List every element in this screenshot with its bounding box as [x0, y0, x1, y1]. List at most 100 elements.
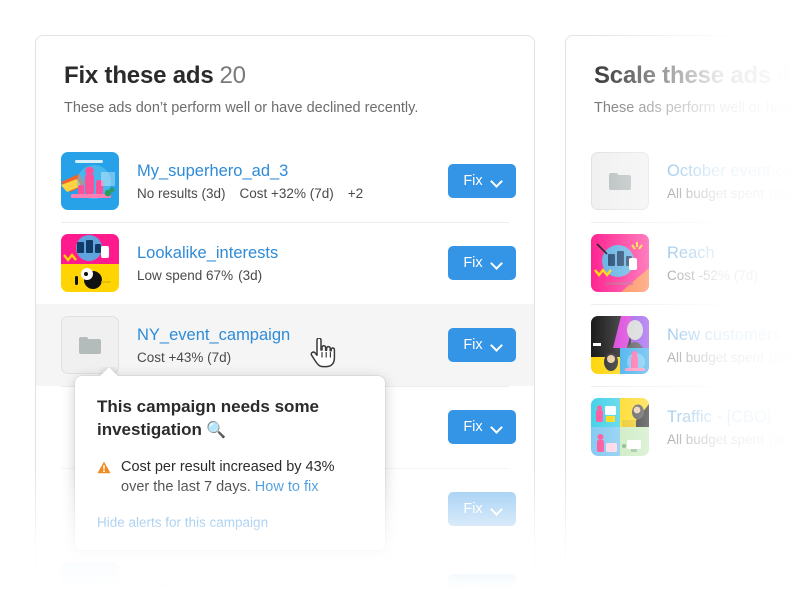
scale-card-row-list: October event campaign All budget spent (… — [566, 140, 800, 468]
tooltip-arrow — [99, 367, 119, 377]
fix-button-label: Fix — [463, 337, 482, 353]
scale-these-ads-card: Scale these ads4 These ads perform well … — [565, 35, 800, 589]
ad-name-link[interactable]: Traffic - [CBO] - All — [667, 407, 800, 428]
fix-button[interactable]: Fix — [448, 410, 516, 444]
screen: Fix these ads20 These ads don’t perform … — [0, 0, 800, 589]
metric-1: No results (3d) — [137, 186, 226, 201]
row-divider — [591, 222, 800, 223]
row-body: Lookalike_interests Low spend 67% (3d) — [137, 243, 448, 284]
fix-button[interactable]: Fix — [448, 164, 516, 198]
reach-thumbnail-art — [591, 234, 649, 292]
metric-2: (3d) — [769, 350, 793, 365]
how-to-fix-link[interactable]: How to fix — [255, 479, 319, 495]
some-new-ad-thumbnail-art — [61, 562, 119, 589]
lookalike-thumbnail-art — [61, 234, 119, 292]
lookalike-thumbnail — [61, 234, 119, 292]
table-row[interactable]: Some_new_ad Fix — [36, 550, 534, 589]
fix-button[interactable]: Fix — [448, 492, 516, 526]
magnifier-icon: 🔍 — [202, 422, 226, 439]
fix-button-label: Fix — [463, 583, 482, 589]
row-metrics: Cost -52% (7d) — [667, 268, 800, 283]
table-row[interactable]: My_superhero_ad_3 No results (3d) Cost +3… — [36, 140, 534, 222]
metric-1: Low spend 67% — [137, 268, 233, 283]
row-divider — [591, 304, 800, 305]
row-body: October event campaign All budget spent (… — [667, 161, 800, 202]
fix-card-title: Fix these ads20 — [64, 62, 506, 90]
row-metrics: No results (3d) Cost +32% (7d) +2 — [137, 186, 448, 201]
row-body: Some_new_ad — [137, 578, 448, 589]
ad-name-link[interactable]: Some_new_ad — [137, 578, 448, 589]
row-body: New customers All budget spent(3d) — [667, 325, 800, 366]
tooltip-alert: Cost per result increased by 43% over th… — [97, 457, 363, 498]
folder-icon — [609, 173, 631, 190]
fix-button-label: Fix — [463, 419, 482, 435]
fix-button-label: Fix — [463, 501, 482, 517]
reach-thumbnail — [591, 234, 649, 292]
metric-2: (3d) — [238, 268, 262, 283]
row-metrics: All budget spent (3d) — [667, 186, 800, 201]
superhero-thumbnail-art — [61, 152, 119, 210]
row-body: NY_event_campaign Cost +43% (7d) — [137, 325, 448, 366]
metric-1: All budget spent — [667, 186, 764, 201]
metric-2: (3d) — [769, 432, 793, 447]
tooltip-title: This campaign needs some investigation 🔍 — [97, 396, 363, 442]
fix-card-header: Fix these ads20 These ads don’t perform … — [36, 36, 534, 118]
hide-alerts-link[interactable]: Hide alerts for this campaign — [97, 515, 268, 530]
metric-more: +2 — [348, 186, 363, 201]
table-row[interactable]: New customers All budget spent(3d) — [566, 304, 800, 386]
superhero-thumbnail — [61, 152, 119, 210]
scale-card-count: 4 — [777, 62, 790, 89]
ad-name-link[interactable]: Lookalike_interests — [137, 243, 448, 264]
fix-button-label: Fix — [463, 173, 482, 189]
table-row[interactable]: Lookalike_interests Low spend 67% (3d) Fi… — [36, 222, 534, 304]
row-divider — [591, 386, 800, 387]
ad-name-link[interactable]: Reach — [667, 243, 800, 264]
table-row[interactable]: Reach Cost -52% (7d) — [566, 222, 800, 304]
row-divider — [61, 222, 509, 223]
metric-1: All budget spent — [667, 432, 764, 447]
fix-card-count: 20 — [219, 62, 245, 89]
chevron-down-icon — [492, 177, 501, 186]
fix-button[interactable]: Fix — [448, 246, 516, 280]
tooltip-alert-text: Cost per result increased by 43% over th… — [121, 457, 363, 498]
fix-button-label: Fix — [463, 255, 482, 271]
new-customers-thumbnail — [591, 316, 649, 374]
folder-placeholder-thumbnail — [591, 152, 649, 210]
chevron-down-icon — [492, 505, 501, 514]
table-row[interactable]: Traffic - [CBO] - All All budget spent (3… — [566, 386, 800, 468]
new-customers-thumbnail-art — [591, 316, 649, 374]
table-row[interactable]: October event campaign All budget spent (… — [566, 140, 800, 222]
row-body: Reach Cost -52% (7d) — [667, 243, 800, 284]
scale-card-title-text: Scale these ads — [594, 62, 771, 89]
ad-name-link[interactable]: My_superhero_ad_3 — [137, 161, 448, 182]
fix-button[interactable]: Fix — [448, 574, 516, 589]
ad-name-link[interactable]: NY_event_campaign — [137, 325, 448, 346]
scale-card-title: Scale these ads4 — [594, 62, 800, 90]
some-new-ad-thumbnail — [61, 562, 119, 589]
pointing-hand-cursor — [310, 338, 336, 368]
ad-name-link[interactable]: New customers — [667, 325, 800, 346]
scale-card-subtitle: These ads perform well or have improved … — [594, 99, 800, 119]
metric-1: Cost +43% (7d) — [137, 350, 231, 365]
warning-triangle-icon — [97, 461, 111, 474]
scale-card-header: Scale these ads4 These ads perform well … — [566, 36, 800, 118]
metric-1: Cost -52% (7d) — [667, 268, 758, 283]
metric-2: Cost +32% (7d) — [240, 186, 334, 201]
row-divider — [61, 550, 509, 551]
row-body: My_superhero_ad_3 No results (3d) Cost +3… — [137, 161, 448, 202]
ad-name-link[interactable]: October event campaign — [667, 161, 800, 182]
traffic-thumbnail-art — [591, 398, 649, 456]
row-body: Traffic - [CBO] - All All budget spent (3… — [667, 407, 800, 448]
fix-card-subtitle: These ads don’t perform well or have dec… — [64, 99, 506, 119]
folder-icon — [79, 337, 101, 354]
folder-placeholder-thumbnail — [61, 316, 119, 374]
row-metrics: Cost +43% (7d) — [137, 350, 448, 365]
chevron-down-icon — [492, 423, 501, 432]
chevron-down-icon — [492, 259, 501, 268]
fix-button[interactable]: Fix — [448, 328, 516, 362]
row-metrics: Low spend 67% (3d) — [137, 268, 448, 283]
metric-2: (3d) — [769, 186, 793, 201]
campaign-alert-tooltip: This campaign needs some investigation 🔍… — [75, 376, 385, 550]
chevron-down-icon — [492, 341, 501, 350]
row-metrics: All budget spent (3d) — [667, 432, 800, 447]
